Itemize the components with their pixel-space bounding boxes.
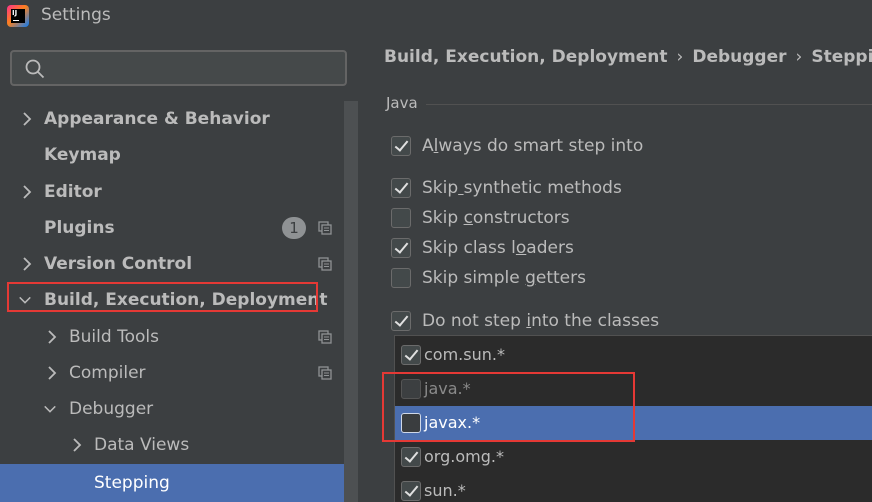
app-icon-text: IJ	[11, 9, 25, 23]
sidebar-item-version-control[interactable]: Version Control	[0, 246, 344, 282]
sidebar-item-label: Editor	[44, 182, 102, 202]
sidebar-item-label: Plugins	[44, 218, 115, 238]
breadcrumb-separator: ›	[676, 47, 684, 67]
option-label: Skip constructors	[422, 208, 570, 228]
sidebar-item-label: Compiler	[69, 363, 146, 383]
checkbox[interactable]	[401, 345, 421, 365]
chevron-right-icon[interactable]	[45, 365, 59, 381]
option-label: Always do smart step into	[422, 136, 644, 156]
sidebar-item-label: Stepping	[94, 473, 170, 493]
sidebar-item-label: Data Views	[94, 435, 190, 455]
settings-search-box[interactable]	[10, 50, 347, 86]
title-bar: IJ Settings	[0, 0, 872, 33]
settings-content-panel: Build, Execution, Deployment › Debugger › St…	[358, 33, 872, 502]
section-divider	[426, 104, 872, 105]
sidebar-item-label: Appearance & Behavior	[44, 109, 270, 129]
project-settings-icon	[318, 366, 332, 380]
project-settings-icon	[318, 221, 332, 235]
highlight-box	[382, 372, 635, 442]
breadcrumb-separator: ›	[795, 47, 803, 67]
breadcrumb-item: Build, Execution, Deployment	[384, 47, 668, 67]
settings-sidebar: Appearance & Behavior Keymap Editor Plug…	[0, 33, 358, 502]
chevron-right-icon[interactable]	[20, 111, 34, 127]
checkbox[interactable]	[401, 447, 421, 467]
class-filter-row[interactable]: org.omg.*	[395, 440, 872, 474]
sidebar-item-plugins[interactable]: Plugins 1	[0, 210, 344, 246]
chevron-down-icon[interactable]	[43, 401, 57, 417]
project-settings-icon	[318, 257, 332, 271]
breadcrumb: Build, Execution, Deployment › Debugger › St…	[384, 47, 872, 67]
search-icon	[25, 59, 45, 79]
sidebar-item-label: Version Control	[44, 254, 193, 274]
checkbox[interactable]	[391, 208, 411, 228]
class-pattern: sun.*	[424, 481, 466, 500]
highlight-box	[7, 282, 318, 312]
chevron-right-icon[interactable]	[70, 437, 84, 453]
option-label: Do not step into the classes	[422, 311, 660, 331]
checkbox[interactable]	[401, 481, 421, 501]
checkbox[interactable]	[391, 178, 411, 198]
breadcrumb-item: Debugger	[692, 47, 787, 67]
sidebar-item-label: Debugger	[69, 399, 154, 419]
checkbox[interactable]	[391, 311, 411, 331]
chevron-right-icon[interactable]	[45, 329, 59, 345]
breadcrumb-item: Stepping	[811, 47, 872, 67]
sidebar-item-appearance-behavior[interactable]: Appearance & Behavior	[0, 101, 344, 137]
sidebar-item-label: Keymap	[44, 145, 121, 165]
search-input[interactable]	[52, 56, 337, 80]
class-pattern: org.omg.*	[424, 447, 504, 466]
checkbox[interactable]	[391, 238, 411, 258]
window-title: Settings	[41, 5, 111, 25]
option-label: Skip synthetic methods	[422, 178, 622, 198]
option-label: Skip class loaders	[422, 238, 574, 258]
checkbox[interactable]	[391, 136, 411, 156]
option-label: Skip simple getters	[422, 268, 586, 288]
sidebar-item-data-views[interactable]: Data Views	[0, 427, 344, 463]
checkbox[interactable]	[391, 268, 411, 288]
class-pattern: com.sun.*	[424, 345, 505, 364]
sidebar-item-editor[interactable]: Editor	[0, 174, 344, 210]
section-title: Java	[386, 94, 418, 112]
sidebar-item-keymap[interactable]: Keymap	[0, 137, 344, 173]
sidebar-item-build-tools[interactable]: Build Tools	[0, 319, 344, 355]
intellij-app-icon: IJ	[7, 5, 29, 27]
sidebar-item-debugger[interactable]: Debugger	[0, 391, 344, 427]
sidebar-scrollbar[interactable]	[344, 101, 358, 502]
sidebar-item-stepping[interactable]: Stepping	[0, 464, 344, 502]
chevron-right-icon[interactable]	[20, 184, 34, 200]
class-filter-row[interactable]: com.sun.*	[395, 338, 872, 372]
project-settings-icon	[318, 330, 332, 344]
sidebar-item-compiler[interactable]: Compiler	[0, 355, 344, 391]
class-filter-row[interactable]: sun.*	[395, 474, 872, 502]
plugins-update-badge: 1	[282, 217, 306, 239]
chevron-right-icon[interactable]	[20, 256, 34, 272]
sidebar-item-label: Build Tools	[69, 327, 159, 347]
